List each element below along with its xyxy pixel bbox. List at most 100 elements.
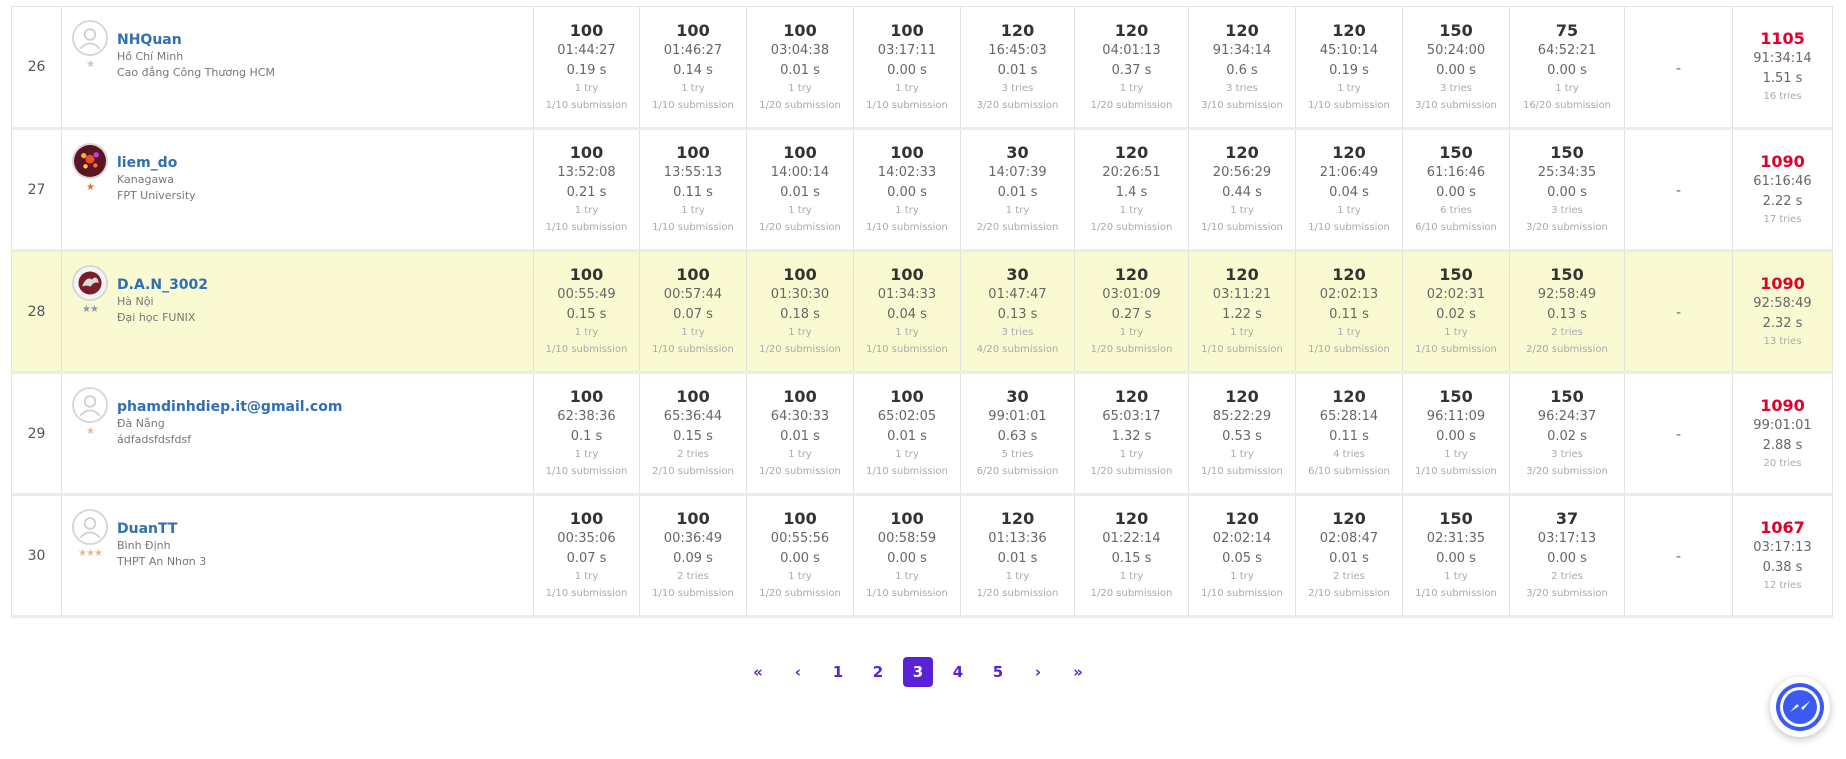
problem-result-cell[interactable]: 150 02:02:31 0.02 s 1 try 1/10 submission (1402, 250, 1510, 373)
page-first-button[interactable]: « (743, 657, 773, 687)
avatar[interactable] (72, 509, 108, 545)
problem-result-cell[interactable]: 100 14:02:33 0.00 s 1 try 1/10 submission (853, 128, 961, 251)
avatar[interactable] (72, 387, 108, 423)
problem-result-cell[interactable]: 75 64:52:21 0.00 s 1 try 16/20 submission (1509, 6, 1625, 129)
user-location: Kanagawa (117, 173, 174, 186)
problem-exec-time: 0.01 s (997, 62, 1038, 78)
problem-result-cell[interactable]: 120 65:28:14 0.11 s 4 tries 6/10 submission (1295, 372, 1403, 495)
problem-result-cell[interactable]: 120 20:26:51 1.4 s 1 try 1/20 submission (1074, 128, 1189, 251)
problem-time: 14:07:39 (988, 165, 1047, 180)
problem-result-cell[interactable]: 120 85:22:29 0.53 s 1 try 1/10 submission (1188, 372, 1296, 495)
problem-exec-time: 0.00 s (1547, 62, 1587, 78)
problem-exec-time: 0.01 s (1329, 551, 1369, 566)
problem-result-cell[interactable]: 120 03:01:09 0.27 s 1 try 1/20 submission (1074, 250, 1189, 373)
problem-result-cell[interactable]: 150 96:11:09 0.00 s 1 try 1/10 submission (1402, 372, 1510, 495)
problem-tries: 1 try (1337, 327, 1361, 338)
problem-result-cell[interactable]: 30 99:01:01 0.63 s 5 tries 6/20 submission (960, 372, 1075, 495)
problem-result-cell[interactable]: 100 64:30:33 0.01 s 1 try 1/20 submission (746, 372, 854, 495)
problem-result-cell[interactable]: 100 14:00:14 0.01 s 1 try 1/20 submission (746, 128, 854, 251)
problem-result-cell[interactable]: 120 04:01:13 0.37 s 1 try 1/20 submission (1074, 6, 1189, 129)
problem-result-cell[interactable]: 100 00:55:56 0.00 s 1 try 1/20 submission (746, 494, 854, 617)
problem-result-cell[interactable]: 120 16:45:03 0.01 s 3 tries 3/20 submission (960, 6, 1075, 129)
problem-result-cell[interactable]: 100 65:36:44 0.15 s 2 tries 2/10 submission (639, 372, 747, 495)
problem-score: 120 (1225, 265, 1259, 284)
problem-result-cell[interactable]: 100 00:57:44 0.07 s 1 try 1/10 submission (639, 250, 747, 373)
problem-score: 37 (1555, 509, 1579, 528)
page-last-button[interactable]: » (1063, 657, 1093, 687)
problem-tries: 1 try (681, 327, 705, 338)
username-link[interactable]: NHQuan (117, 31, 275, 49)
problem-submissions: 1/10 submission (652, 222, 734, 233)
problem-result-cell[interactable]: 120 02:08:47 0.01 s 2 tries 2/10 submission (1295, 494, 1403, 617)
problem-score: 100 (569, 387, 604, 406)
avatar[interactable] (72, 143, 108, 179)
problem-exec-time: 0.11 s (673, 185, 713, 200)
page-next-button[interactable]: › (1023, 657, 1053, 687)
problem-result-cell[interactable]: 100 65:02:05 0.01 s 1 try 1/10 submission (853, 372, 961, 495)
avatar[interactable] (72, 265, 108, 301)
problem-exec-time: 0.09 s (673, 551, 713, 566)
problem-result-cell[interactable]: 150 50:24:00 0.00 s 3 tries 3/10 submission (1402, 6, 1510, 129)
problem-result-cell[interactable]: 100 01:34:33 0.04 s 1 try 1/10 submission (853, 250, 961, 373)
problem-result-cell[interactable]: 120 01:13:36 0.01 s 1 try 1/20 submission (960, 494, 1075, 617)
problem-result-cell[interactable]: 100 62:38:36 0.1 s 1 try 1/10 submission (533, 372, 640, 495)
problem-result-cell[interactable]: 100 00:36:49 0.09 s 2 tries 1/10 submission (639, 494, 747, 617)
problem-result-cell[interactable]: 150 25:34:35 0.00 s 3 tries 3/20 submission (1509, 128, 1625, 251)
problem-time: 03:17:13 (1537, 531, 1597, 546)
total-tries: 13 tries (1763, 335, 1802, 347)
problem-result-cell[interactable]: 100 01:44:27 0.19 s 1 try 1/10 submission (533, 6, 640, 129)
problem-result-cell[interactable]: 120 20:56:29 0.44 s 1 try 1/10 submission (1188, 128, 1296, 251)
messenger-chat-button[interactable] (1770, 677, 1830, 737)
extra-cell: - (1624, 250, 1733, 373)
problem-result-cell[interactable]: 120 01:22:14 0.15 s 1 try 1/20 submission (1074, 494, 1189, 617)
problem-result-cell[interactable]: 30 14:07:39 0.01 s 1 try 2/20 submission (960, 128, 1075, 251)
problem-result-cell[interactable]: 120 02:02:13 0.11 s 1 try 1/10 submission (1295, 250, 1403, 373)
problem-result-cell[interactable]: 100 03:17:11 0.00 s 1 try 1/10 submission (853, 6, 961, 129)
problem-time: 00:58:59 (877, 531, 937, 546)
problem-result-cell[interactable]: 120 02:02:14 0.05 s 1 try 1/10 submission (1188, 494, 1296, 617)
problem-score: 150 (1550, 265, 1584, 284)
problem-result-cell[interactable]: 120 65:03:17 1.32 s 1 try 1/20 submission (1074, 372, 1189, 495)
problem-score: 120 (1114, 143, 1149, 162)
page-prev-button[interactable]: ‹ (783, 657, 813, 687)
problem-result-cell[interactable]: 100 13:52:08 0.21 s 1 try 1/10 submission (533, 128, 640, 251)
page-2-button[interactable]: 2 (863, 657, 893, 687)
page-1-button[interactable]: 1 (823, 657, 853, 687)
problem-tries: 6 tries (1440, 205, 1472, 216)
page-4-button[interactable]: 4 (943, 657, 973, 687)
problem-result-cell[interactable]: 100 00:55:49 0.15 s 1 try 1/10 submission (533, 250, 640, 373)
user-organization: FPT University (117, 189, 196, 202)
page-5-button[interactable]: 5 (983, 657, 1013, 687)
problem-result-cell[interactable]: 37 03:17:13 0.00 s 2 tries 3/20 submission (1509, 494, 1625, 617)
problem-exec-time: 0.00 s (1436, 62, 1476, 78)
avatar[interactable] (72, 20, 108, 56)
problem-result-cell[interactable]: 120 03:11:21 1.22 s 1 try 1/10 submission (1188, 250, 1296, 373)
problem-result-cell[interactable]: 100 13:55:13 0.11 s 1 try 1/10 submission (639, 128, 747, 251)
problem-score: 120 (1332, 265, 1366, 284)
problem-score: 100 (676, 143, 710, 162)
problem-result-cell[interactable]: 100 03:04:38 0.01 s 1 try 1/20 submission (746, 6, 854, 129)
problem-score: 120 (1225, 509, 1259, 528)
problem-result-cell[interactable]: 120 45:10:14 0.19 s 1 try 1/10 submission (1295, 6, 1403, 129)
page-3-button[interactable]: 3 (903, 657, 933, 687)
total-score: 1090 (1760, 395, 1805, 415)
problem-result-cell[interactable]: 150 92:58:49 0.13 s 2 tries 2/20 submission (1509, 250, 1625, 373)
problem-result-cell[interactable]: 100 01:46:27 0.14 s 1 try 1/10 submission (639, 6, 747, 129)
username-link[interactable]: phamdinhdiep.it@gmail.com (117, 398, 342, 416)
username-link[interactable]: DuanTT (117, 520, 206, 538)
problem-time: 02:02:13 (1319, 287, 1379, 302)
problem-tries: 1 try (1230, 205, 1254, 216)
problem-result-cell[interactable]: 100 00:58:59 0.00 s 1 try 1/10 submission (853, 494, 961, 617)
problem-result-cell[interactable]: 150 96:24:37 0.02 s 3 tries 3/20 submission (1509, 372, 1625, 495)
username-link[interactable]: D.A.N_3002 (117, 276, 208, 294)
problem-result-cell[interactable]: 150 02:31:35 0.00 s 1 try 1/10 submission (1402, 494, 1510, 617)
username-link[interactable]: liem_do (117, 154, 196, 172)
problem-result-cell[interactable]: 120 91:34:14 0.6 s 3 tries 3/10 submission (1188, 6, 1296, 129)
problem-result-cell[interactable]: 120 21:06:49 0.04 s 1 try 1/10 submission (1295, 128, 1403, 251)
problem-time: 14:00:14 (770, 165, 830, 180)
problem-result-cell[interactable]: 100 00:35:06 0.07 s 1 try 1/10 submission (533, 494, 640, 617)
problem-time: 85:22:29 (1212, 409, 1272, 424)
problem-result-cell[interactable]: 150 61:16:46 0.00 s 6 tries 6/10 submission (1402, 128, 1510, 251)
problem-result-cell[interactable]: 100 01:30:30 0.18 s 1 try 1/20 submission (746, 250, 854, 373)
problem-result-cell[interactable]: 30 01:47:47 0.13 s 3 tries 4/20 submission (960, 250, 1075, 373)
